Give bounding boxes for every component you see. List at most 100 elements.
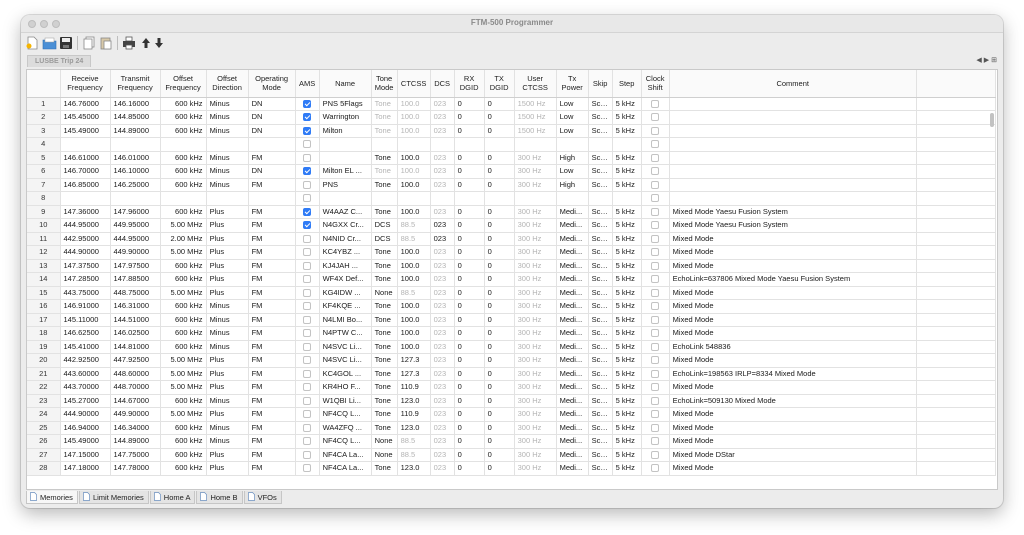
table-cell[interactable]: 300 Hz — [514, 394, 557, 408]
table-cell[interactable]: 100.0 — [397, 178, 431, 192]
table-cell[interactable]: Plus — [206, 272, 249, 287]
ams-checkbox[interactable] — [295, 299, 320, 314]
table-cell[interactable]: W4AAZ C... — [319, 205, 372, 219]
table-cell[interactable]: DN — [248, 164, 296, 179]
table-cell[interactable]: 023 — [430, 461, 455, 476]
clock-shift-checkbox-icon[interactable] — [651, 302, 660, 311]
table-cell[interactable]: 600 kHz — [160, 151, 207, 165]
table-cell[interactable]: FM — [248, 232, 296, 246]
table-cell[interactable]: 023 — [430, 124, 455, 138]
table-cell[interactable]: 100.0 — [397, 259, 431, 273]
table-cell[interactable]: Scan — [588, 245, 613, 260]
table-cell[interactable]: 600 kHz — [160, 394, 207, 408]
table-cell[interactable] — [110, 191, 161, 206]
table-cell[interactable]: 0 — [454, 448, 485, 462]
table-cell[interactable]: N4SVC Li... — [319, 353, 372, 368]
table-cell[interactable]: KC4YBZ ... — [319, 245, 372, 260]
ams-checkbox-icon[interactable] — [303, 356, 312, 365]
table-cell[interactable]: Tone — [371, 407, 398, 422]
table-cell[interactable]: 110.9 — [397, 380, 431, 395]
table-cell[interactable]: Scan — [588, 340, 613, 354]
table-cell[interactable]: Plus — [206, 245, 249, 260]
table-cell[interactable]: 5 kHz — [612, 340, 642, 354]
table-cell[interactable]: 0 — [454, 205, 485, 219]
clock-shift-checkbox-icon[interactable] — [651, 140, 660, 149]
table-cell[interactable]: 600 kHz — [160, 313, 207, 327]
table-cell[interactable]: 023 — [430, 421, 455, 435]
table-cell[interactable]: Scan — [588, 272, 613, 287]
table-cell[interactable] — [612, 137, 642, 152]
table-cell[interactable] — [397, 191, 431, 206]
table-cell[interactable]: Tone — [371, 97, 398, 111]
ams-checkbox-icon[interactable] — [303, 329, 312, 338]
clock-shift-checkbox-icon[interactable] — [651, 369, 660, 378]
table-cell[interactable]: Tone — [371, 110, 398, 125]
table-cell[interactable] — [319, 151, 372, 165]
table-cell[interactable]: 5 kHz — [612, 164, 642, 179]
table-cell[interactable]: 100.0 — [397, 164, 431, 179]
column-header[interactable]: DCS — [430, 70, 455, 98]
sheet-tab-home-a[interactable]: Home A — [149, 491, 196, 504]
table-cell[interactable]: Medi... — [556, 407, 589, 422]
ams-checkbox-icon[interactable] — [303, 464, 312, 473]
table-cell[interactable] — [430, 191, 455, 206]
table-cell[interactable] — [484, 191, 515, 206]
table-cell[interactable]: Scan — [588, 394, 613, 408]
ams-checkbox[interactable] — [295, 421, 320, 435]
table-cell[interactable]: Medi... — [556, 272, 589, 287]
column-header[interactable]: TX DGID — [484, 70, 515, 98]
table-cell[interactable]: FM — [248, 394, 296, 408]
table-cell[interactable] — [206, 191, 249, 206]
table-cell[interactable]: 110.9 — [397, 407, 431, 422]
table-cell[interactable]: 023 — [430, 110, 455, 125]
table-row[interactable]: 18 146.62500 146.02500 600 kHz Minus FM N4PTW … — [27, 326, 997, 341]
table-cell[interactable]: 5 kHz — [612, 205, 642, 219]
table-cell[interactable]: Plus — [206, 448, 249, 462]
table-row[interactable]: 23 145.27000 144.67000 600 kHz Minus FM W1QBI … — [27, 394, 997, 408]
table-cell[interactable]: 0 — [484, 151, 515, 165]
table-cell[interactable]: Plus — [206, 218, 249, 233]
table-cell[interactable] — [454, 191, 485, 206]
table-cell[interactable]: Scan — [588, 380, 613, 395]
ams-checkbox[interactable] — [295, 218, 320, 233]
ams-checkbox[interactable] — [295, 110, 320, 125]
table-row[interactable]: 13 147.37500 147.97500 600 kHz Plus FM KJ4JAH … — [27, 259, 997, 273]
table-cell[interactable]: FM — [248, 178, 296, 192]
table-cell[interactable]: 0 — [454, 218, 485, 233]
table-cell[interactable]: FM — [248, 286, 296, 300]
table-cell[interactable]: Minus — [206, 124, 249, 138]
clock-shift-checkbox[interactable] — [641, 461, 670, 476]
clock-shift-checkbox[interactable] — [641, 178, 670, 192]
clock-shift-checkbox[interactable] — [641, 313, 670, 327]
table-cell[interactable]: 300 Hz — [514, 286, 557, 300]
table-cell[interactable]: Mixed Mode DStar — [669, 448, 917, 462]
table-cell[interactable]: 100.0 — [397, 272, 431, 287]
table-cell[interactable]: KR4HO F... — [319, 380, 372, 395]
table-cell[interactable]: 5.00 MHz — [160, 286, 207, 300]
table-cell[interactable]: Plus — [206, 232, 249, 246]
table-cell[interactable]: EchoLink=637806 Mixed Mode Yaesu Fusion … — [669, 272, 917, 287]
table-cell[interactable] — [669, 137, 917, 152]
table-cell[interactable]: N4GXX Cr... — [319, 218, 372, 233]
table-cell[interactable]: High — [556, 178, 589, 192]
table-cell[interactable]: 023 — [430, 245, 455, 260]
table-cell[interactable] — [371, 137, 398, 152]
table-cell[interactable]: KF4KQE ... — [319, 299, 372, 314]
table-cell[interactable]: FM — [248, 461, 296, 476]
table-cell[interactable]: WA4ZFQ ... — [319, 421, 372, 435]
table-cell[interactable]: 300 Hz — [514, 434, 557, 449]
table-cell[interactable]: 5.00 MHz — [160, 407, 207, 422]
ams-checkbox[interactable] — [295, 124, 320, 138]
table-cell[interactable]: 0 — [454, 245, 485, 260]
table-cell[interactable]: Medi... — [556, 299, 589, 314]
table-cell[interactable]: Mixed Mode Yaesu Fusion System — [669, 205, 917, 219]
clock-shift-checkbox-icon[interactable] — [651, 342, 660, 351]
table-cell[interactable]: FM — [248, 259, 296, 273]
table-cell[interactable]: 0 — [484, 313, 515, 327]
table-row[interactable]: 14 147.28500 147.88500 600 kHz Plus FM WF4X De… — [27, 272, 997, 287]
table-cell[interactable]: 300 Hz — [514, 407, 557, 422]
ams-checkbox-icon[interactable] — [303, 315, 312, 324]
table-cell[interactable]: 0 — [454, 326, 485, 341]
clock-shift-checkbox[interactable] — [641, 434, 670, 449]
table-cell[interactable]: 300 Hz — [514, 232, 557, 246]
